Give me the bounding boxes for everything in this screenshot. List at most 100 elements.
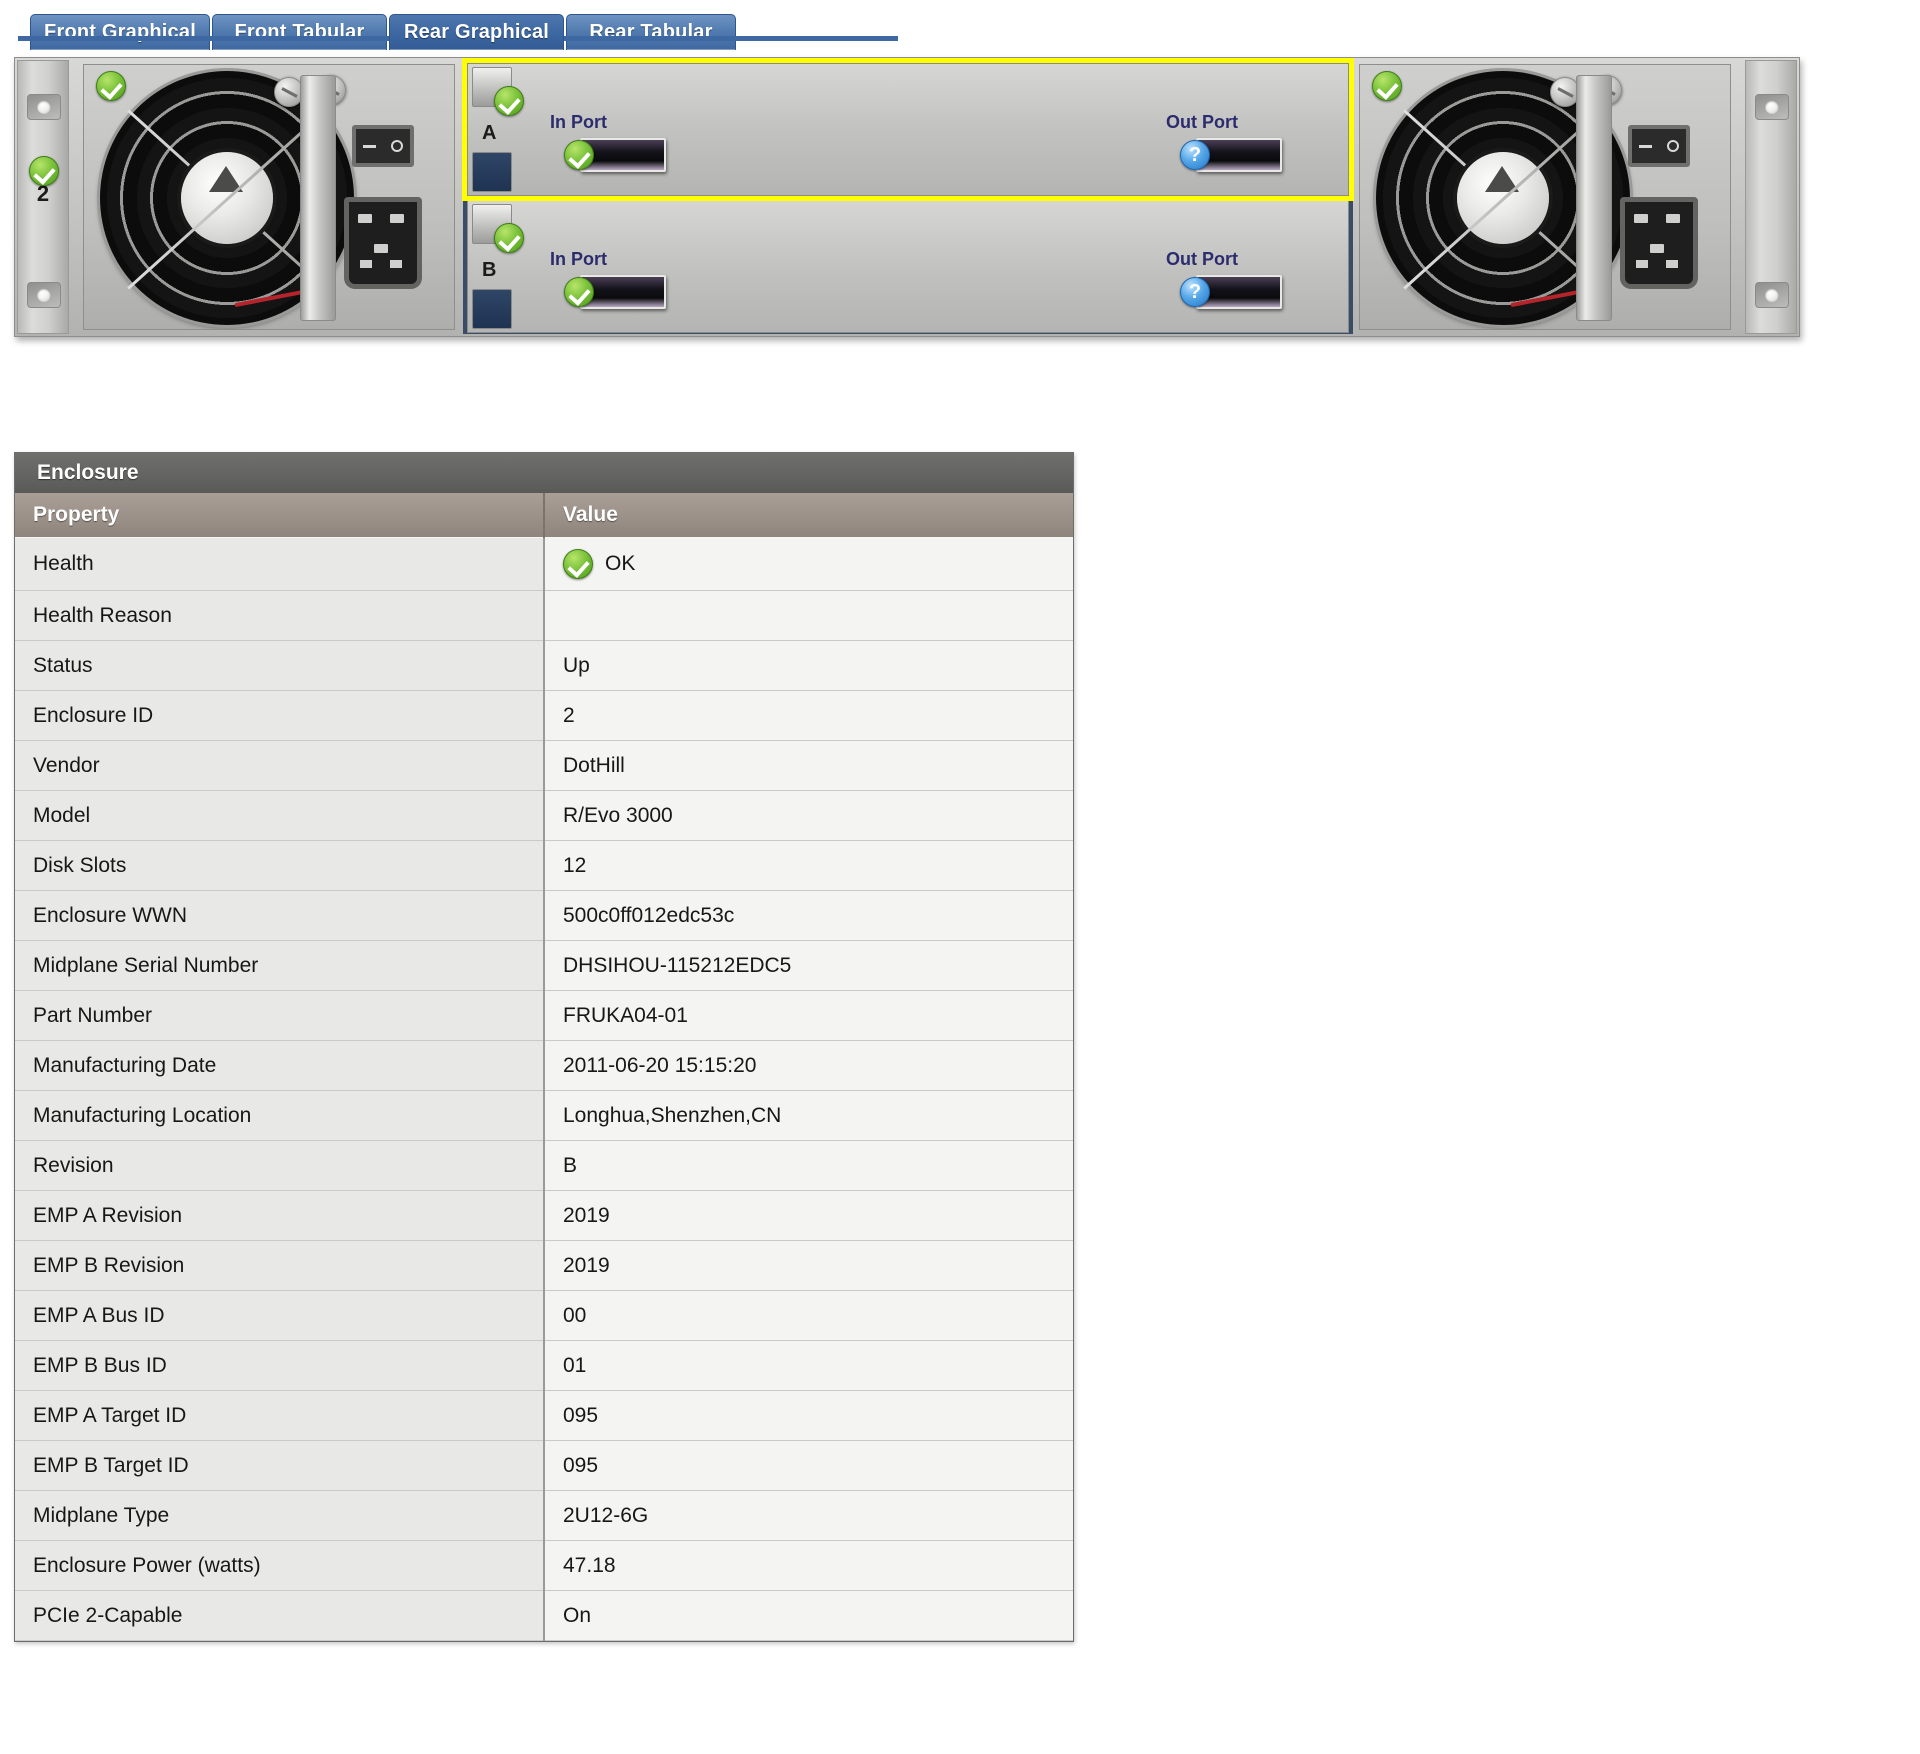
property-value-cell: FRUKA04-01 bbox=[544, 990, 1073, 1041]
property-value-cell: 2011-06-20 15:15:20 bbox=[544, 1040, 1073, 1091]
property-value-cell: 00 bbox=[544, 1290, 1073, 1341]
table-row: Status Up bbox=[15, 640, 1073, 691]
out-port-label: Out Port bbox=[1166, 249, 1238, 269]
in-port-group[interactable]: In Port bbox=[550, 249, 666, 309]
out-port-group[interactable]: Out Port? bbox=[1166, 112, 1282, 172]
psu-right-health-icon[interactable] bbox=[1372, 71, 1402, 101]
enclosure-health-icon[interactable] bbox=[29, 156, 59, 186]
property-name-cell: Midplane Serial Number bbox=[15, 940, 545, 991]
iom-module-area: A In Port Out Port? B In Port Out Port? bbox=[462, 58, 1354, 334]
ok-check-icon bbox=[564, 277, 594, 307]
table-row: Revision B bbox=[15, 1140, 1073, 1191]
property-value-cell: DotHill bbox=[544, 740, 1073, 791]
table-row: EMP A Target ID 095 bbox=[15, 1390, 1073, 1441]
table-row: Disk Slots 12 bbox=[15, 840, 1073, 891]
psu-latch-handle[interactable] bbox=[1576, 75, 1612, 321]
out-port-group[interactable]: Out Port? bbox=[1166, 249, 1282, 309]
property-value-cell: 095 bbox=[544, 1390, 1073, 1441]
table-row: Health OK bbox=[15, 537, 1073, 591]
table-header-row: Property Value bbox=[15, 493, 1073, 538]
table-row: Enclosure Power (watts) 47.18 bbox=[15, 1540, 1073, 1591]
rack-ear-right bbox=[1745, 60, 1797, 334]
in-port-label: In Port bbox=[550, 112, 607, 132]
psu-latch-handle[interactable] bbox=[300, 75, 336, 321]
table-row: Health Reason bbox=[15, 590, 1073, 641]
property-name-cell: Health Reason bbox=[15, 590, 545, 641]
ok-check-icon bbox=[494, 223, 524, 253]
ok-check-icon bbox=[1372, 71, 1402, 101]
column-header-value: Value bbox=[544, 493, 1073, 538]
property-name-cell: PCIe 2-Capable bbox=[15, 1590, 545, 1641]
iom-letter-label: B bbox=[482, 259, 497, 281]
property-value-text: FRUKA04-01 bbox=[563, 1003, 688, 1027]
property-name-cell: Enclosure ID bbox=[15, 690, 545, 741]
power-off-symbol-icon bbox=[1639, 144, 1653, 148]
property-value-cell: Up bbox=[544, 640, 1073, 691]
tab-front-graphical[interactable]: Front Graphical bbox=[30, 14, 210, 50]
property-value-cell: OK bbox=[544, 537, 1073, 591]
ok-check-icon bbox=[96, 71, 126, 101]
iom-module-a[interactable]: A In Port Out Port? bbox=[462, 58, 1354, 201]
rack-mount-hole-icon bbox=[1755, 282, 1789, 308]
rack-mount-hole-icon bbox=[27, 282, 61, 308]
tab-rear-graphical[interactable]: Rear Graphical bbox=[389, 14, 564, 50]
property-value-text: 00 bbox=[563, 1303, 587, 1327]
property-name-cell: Disk Slots bbox=[15, 840, 545, 891]
property-value-cell: 2U12-6G bbox=[544, 1490, 1073, 1541]
property-name-cell: EMP B Target ID bbox=[15, 1440, 545, 1491]
property-name-cell: Model bbox=[15, 790, 545, 841]
iec-power-socket-icon bbox=[344, 197, 422, 289]
property-value-cell: 095 bbox=[544, 1440, 1073, 1491]
table-row: Manufacturing Location Longhua,Shenzhen,C… bbox=[15, 1090, 1073, 1141]
property-name-cell: Manufacturing Date bbox=[15, 1040, 545, 1091]
power-on-symbol-icon bbox=[390, 140, 403, 152]
property-value-text: 47.18 bbox=[563, 1553, 616, 1577]
property-name-cell: Vendor bbox=[15, 740, 545, 791]
tab-front-tabular[interactable]: Front Tabular bbox=[212, 14, 387, 50]
table-row: Model R/Evo 3000 bbox=[15, 790, 1073, 841]
property-value-text: On bbox=[563, 1603, 592, 1627]
property-value-text: 2011-06-20 15:15:20 bbox=[563, 1053, 757, 1077]
property-value-cell: Longhua,Shenzhen,CN bbox=[544, 1090, 1073, 1141]
property-value-text: DHSIHOU-115212EDC5 bbox=[563, 953, 792, 977]
iom-a-health-icon[interactable] bbox=[494, 86, 524, 116]
view-tabs: Front Graphical Front Tabular Rear Graphic… bbox=[0, 14, 1920, 54]
ok-check-icon bbox=[564, 140, 594, 170]
table-row: Vendor DotHill bbox=[15, 740, 1073, 791]
property-value-text: 2U12-6G bbox=[563, 1503, 649, 1527]
in-port-group[interactable]: In Port bbox=[550, 112, 666, 172]
property-value-text: 2019 bbox=[563, 1253, 610, 1277]
power-switch[interactable] bbox=[1628, 125, 1690, 167]
property-name-cell: Status bbox=[15, 640, 545, 691]
property-value-cell: 2 bbox=[544, 690, 1073, 741]
power-switch[interactable] bbox=[352, 125, 414, 167]
tab-rear-tabular[interactable]: Rear Tabular bbox=[566, 14, 736, 50]
table-row: Part Number FRUKA04-01 bbox=[15, 990, 1073, 1041]
properties-table: Property Value Health OK Health Reason Stat… bbox=[15, 493, 1073, 1641]
property-value-text: 01 bbox=[563, 1353, 587, 1377]
property-value-cell: 12 bbox=[544, 840, 1073, 891]
property-value-cell: B bbox=[544, 1140, 1073, 1191]
table-row: EMP B Target ID 095 bbox=[15, 1440, 1073, 1491]
psu-module-left[interactable] bbox=[83, 64, 455, 330]
psu-module-right[interactable] bbox=[1359, 64, 1731, 330]
property-name-cell: EMP B Revision bbox=[15, 1240, 545, 1291]
iec-power-socket-icon bbox=[1620, 197, 1698, 289]
property-value-text: 12 bbox=[563, 853, 587, 877]
property-name-cell: Health bbox=[15, 537, 545, 591]
table-row: PCIe 2-Capable On bbox=[15, 1590, 1073, 1641]
column-header-property: Property bbox=[15, 493, 545, 538]
panel-title: Enclosure bbox=[15, 453, 1073, 493]
iom-b-health-icon[interactable] bbox=[494, 223, 524, 253]
property-value-cell: DHSIHOU-115212EDC5 bbox=[544, 940, 1073, 991]
iom-latch-bottom bbox=[472, 289, 512, 329]
table-row: Midplane Type 2U12-6G bbox=[15, 1490, 1073, 1541]
property-name-cell: EMP B Bus ID bbox=[15, 1340, 545, 1391]
rack-mount-hole-icon bbox=[1755, 94, 1789, 120]
psu-left-health-icon[interactable] bbox=[96, 71, 126, 101]
table-row: EMP A Revision 2019 bbox=[15, 1190, 1073, 1241]
table-row: Enclosure WWN 500c0ff012edc53c bbox=[15, 890, 1073, 941]
ok-check-icon bbox=[494, 86, 524, 116]
property-value-text: 2019 bbox=[563, 1203, 610, 1227]
iom-module-b[interactable]: B In Port Out Port? bbox=[467, 200, 1349, 333]
